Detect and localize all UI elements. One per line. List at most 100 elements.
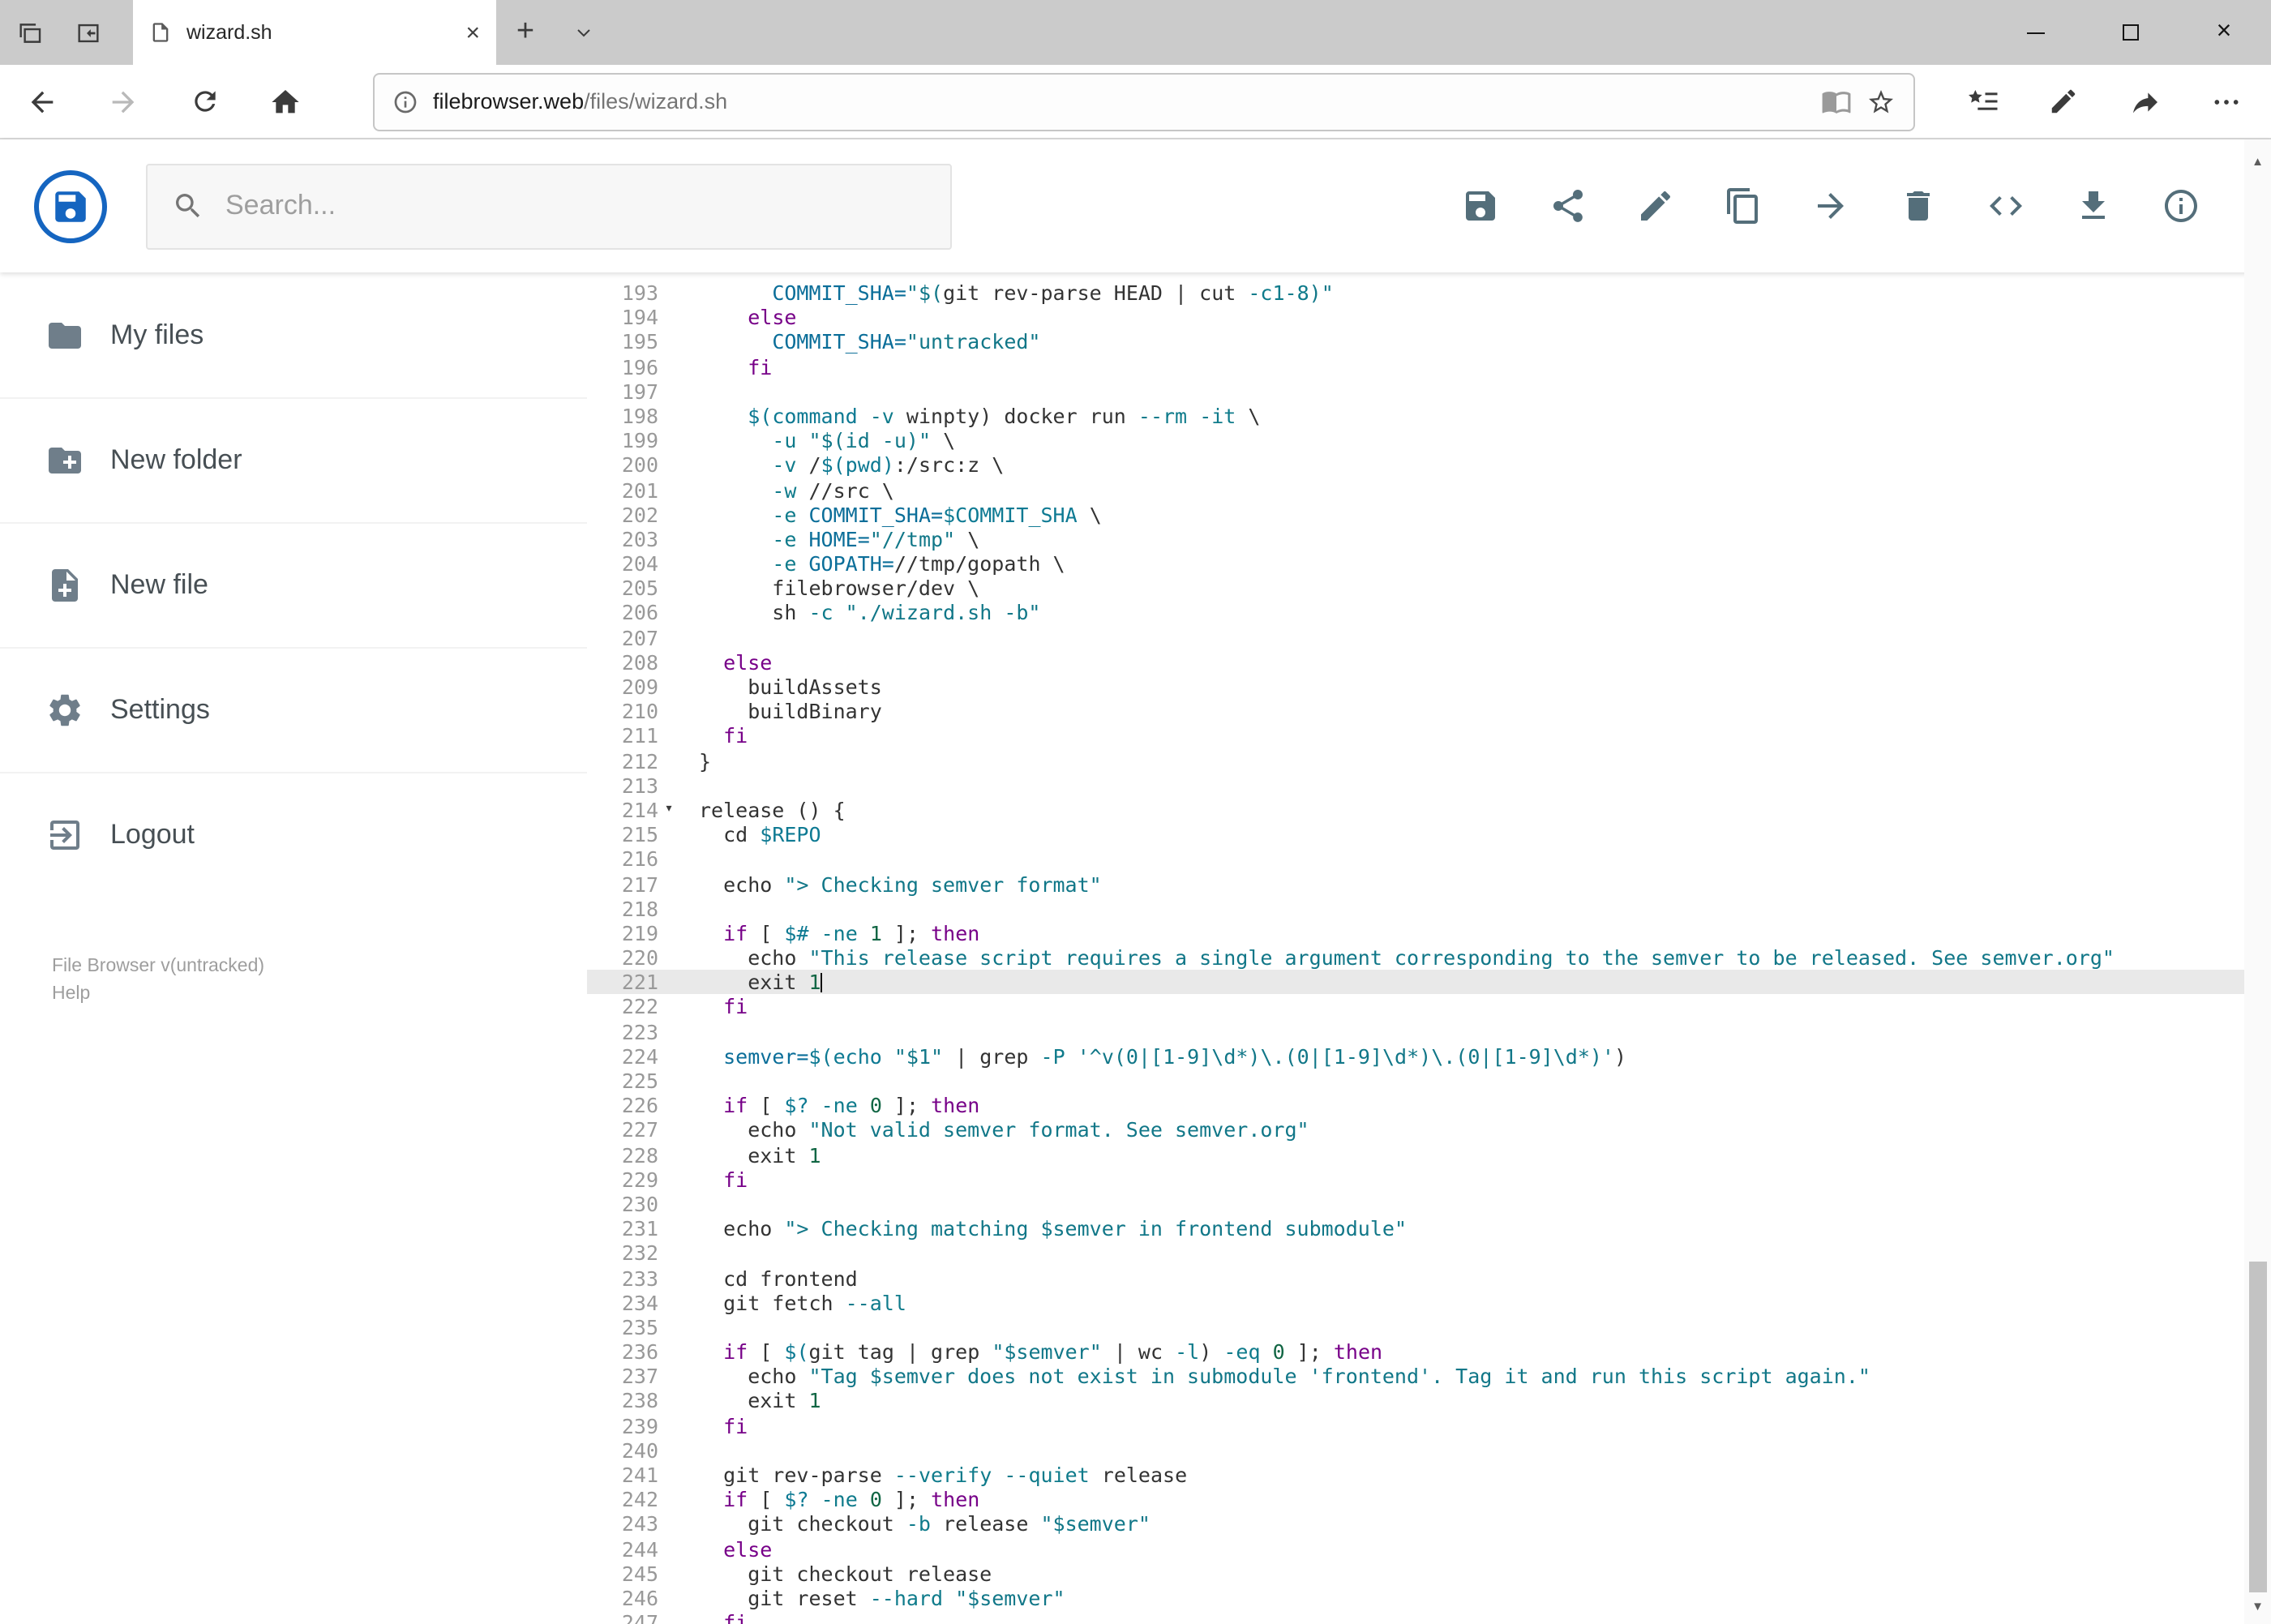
code-line[interactable]: 197 [587,379,2271,404]
code-line[interactable]: 223 [587,1019,2271,1043]
move-button[interactable] [1810,186,1849,225]
copy-button[interactable] [1723,186,1762,225]
code-line[interactable]: 195 COMMIT_SHA="untracked" [587,330,2271,354]
code-line[interactable]: 199 -u "$(id -u)" \ [587,428,2271,452]
reading-view-icon[interactable] [1820,86,1851,117]
share-button[interactable] [1548,186,1587,225]
code-line[interactable]: 212} [587,748,2271,773]
code-line[interactable]: 234 git fetch --all [587,1290,2271,1314]
minimize-button[interactable] [1989,0,2083,65]
code-line[interactable]: 200 -v /$(pwd):/src:z \ [587,453,2271,478]
code-line[interactable]: 215 cd $REPO [587,822,2271,846]
site-info-icon[interactable] [392,88,418,114]
favorite-star-icon[interactable] [1866,87,1895,116]
sidebar-item-new-folder[interactable]: New folder [0,397,587,522]
code-line[interactable]: 242 if [ $? -ne 0 ]; then [587,1487,2271,1511]
help-link[interactable]: Help [52,981,264,1009]
code-editor[interactable]: 193 COMMIT_SHA="$(git rev-parse HEAD | c… [587,272,2271,1624]
sidebar-item-settings[interactable]: Settings [0,647,587,772]
code-line[interactable]: 221 exit 1 [587,970,2271,995]
hub-favorites-icon[interactable] [1947,71,2018,132]
set-tabs-aside-icon[interactable] [58,0,117,65]
code-line[interactable]: 208 else [587,650,2271,675]
code-line[interactable]: 194 else [587,305,2271,329]
code-line[interactable]: 243 git checkout -b release "$semver" [587,1512,2271,1536]
code-line[interactable]: 237 echo "Tag $semver does not exist in … [587,1365,2271,1389]
new-tab-button[interactable]: + [496,0,555,65]
code-line[interactable]: 230 [587,1192,2271,1216]
refresh-button[interactable] [169,71,240,132]
code-line[interactable]: 196 fi [587,354,2271,379]
code-line[interactable]: 229 fi [587,1168,2271,1192]
code-line[interactable]: 211 fi [587,724,2271,748]
code-line[interactable]: 209 buildAssets [587,675,2271,699]
search-bar[interactable] [146,163,952,249]
code-line[interactable]: 217 echo "> Checking semver format" [587,872,2271,896]
tab-dropdown-icon[interactable] [555,0,613,65]
code-line[interactable]: 213 [587,773,2271,798]
code-line[interactable]: 207 [587,625,2271,649]
code-line[interactable]: 205 filebrowser/dev \ [587,576,2271,601]
code-line[interactable]: 240 [587,1438,2271,1463]
scroll-up-icon[interactable]: ▲ [2244,148,2271,174]
code-line[interactable]: 225 [587,1069,2271,1093]
code-line[interactable]: 206 sh -c "./wizard.sh -b" [587,601,2271,625]
sidebar-item-new-file[interactable]: New file [0,522,587,647]
code-line[interactable]: 216 [587,847,2271,872]
filebrowser-logo[interactable] [34,169,107,242]
delete-button[interactable] [1898,186,1937,225]
rename-button[interactable] [1635,186,1674,225]
code-line[interactable]: 246 git reset --hard "$semver" [587,1586,2271,1610]
code-line[interactable]: 233 cd frontend [587,1266,2271,1290]
home-button[interactable] [250,71,321,132]
code-line[interactable]: 238 exit 1 [587,1389,2271,1413]
code-line[interactable]: 232 [587,1241,2271,1266]
tab-preview-icon[interactable] [0,0,58,65]
info-button[interactable] [2161,186,2200,225]
sidebar-item-logout[interactable]: Logout [0,772,587,897]
annotate-pen-icon[interactable] [2028,71,2099,132]
code-line[interactable]: 228 exit 1 [587,1142,2271,1167]
code-line[interactable]: 239 fi [587,1413,2271,1438]
code-line[interactable]: 198 $(command -v winpty) docker run --rm… [587,404,2271,428]
code-line[interactable]: 241 git rev-parse --verify --quiet relea… [587,1463,2271,1487]
scroll-down-icon[interactable]: ▼ [2244,1593,2271,1619]
code-line[interactable]: 227 echo "Not valid semver format. See s… [587,1118,2271,1142]
sidebar-item-my-files[interactable]: My files [0,272,587,397]
search-input[interactable] [225,190,926,222]
fold-marker-icon[interactable]: ▾ [658,798,679,822]
raw-code-button[interactable] [1986,186,2025,225]
more-menu-icon[interactable] [2190,71,2261,132]
code-line[interactable]: 226 if [ $? -ne 0 ]; then [587,1093,2271,1117]
code-line[interactable]: 235 [587,1315,2271,1339]
page-scrollbar[interactable]: ▲ ▼ [2244,139,2271,1624]
code-line[interactable]: 224 semver=$(echo "$1" | grep -P '^v(0|[… [587,1044,2271,1069]
code-line[interactable]: 214 ▾ release () { [587,798,2271,822]
code-line[interactable]: 236 if [ $(git tag | grep "$semver" | wc… [587,1339,2271,1364]
browser-tab[interactable]: wizard.sh × [133,0,496,65]
code-line[interactable]: 193 COMMIT_SHA="$(git rev-parse HEAD | c… [587,281,2271,305]
tab-close-icon[interactable]: × [465,20,480,45]
save-button[interactable] [1460,186,1499,225]
share-page-icon[interactable] [2109,71,2180,132]
scrollbar-thumb[interactable] [2249,1262,2266,1592]
code-line[interactable]: 219 if [ $# -ne 1 ]; then [587,921,2271,945]
back-button[interactable] [6,71,78,132]
code-line[interactable]: 231 echo "> Checking matching $semver in… [587,1216,2271,1240]
code-line[interactable]: 202 -e COMMIT_SHA=$COMMIT_SHA \ [587,502,2271,526]
address-bar[interactable]: filebrowser.web/files/wizard.sh [373,72,1914,131]
code-line[interactable]: 210 buildBinary [587,699,2271,723]
code-line[interactable]: 222 fi [587,995,2271,1019]
code-line[interactable]: 244 else [587,1536,2271,1561]
code-line[interactable]: 245 git checkout release [587,1562,2271,1586]
code-line[interactable]: 201 -w //src \ [587,478,2271,502]
close-button[interactable]: × [2177,0,2271,65]
code-line[interactable]: 218 [587,896,2271,920]
forward-button[interactable] [88,71,159,132]
code-line[interactable]: 204 -e GOPATH=//tmp/gopath \ [587,551,2271,576]
code-line[interactable]: 220 echo "This release script requires a… [587,945,2271,970]
code-line[interactable]: 203 -e HOME="//tmp" \ [587,527,2271,551]
maximize-button[interactable] [2083,0,2177,65]
code-line[interactable]: 247 fi [587,1610,2271,1624]
download-button[interactable] [2073,186,2112,225]
